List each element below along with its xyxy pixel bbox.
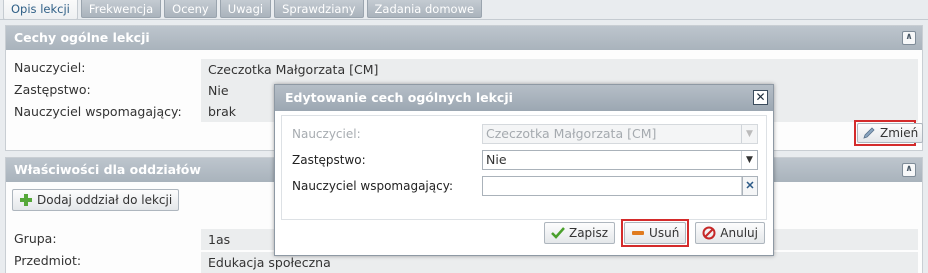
save-button-label: Zapisz	[568, 226, 609, 240]
modal-teacher-value: Czeczotka Małgorzata [CM]	[486, 126, 657, 141]
subject-label: Przedmiot:	[14, 253, 82, 268]
edit-dialog-title: Edytowanie cech ogólnych lekcji	[285, 90, 513, 105]
delete-button-label: Usuń	[649, 226, 680, 240]
tab-oceny[interactable]: Oceny	[164, 0, 217, 18]
double-chevron-up-icon[interactable]: ∧	[902, 163, 916, 177]
save-button[interactable]: Zapisz	[543, 222, 616, 244]
modal-teacher-select: Czeczotka Małgorzata [CM] ▼	[482, 124, 758, 144]
clear-icon[interactable]: ✕	[742, 176, 758, 196]
assistant-teacher-label: Nauczyciel wspomagający:	[14, 104, 182, 119]
tab-opis-lekcji[interactable]: Opis lekcji	[3, 0, 78, 20]
substitution-label: Zastępstwo:	[14, 82, 91, 97]
close-icon[interactable]: ✕	[753, 90, 768, 105]
delete-button[interactable]: Usuń	[624, 222, 687, 244]
modal-substitution-label: Zastępstwo:	[292, 153, 366, 167]
cancel-button-label: Anuluj	[720, 226, 758, 240]
edit-dialog: Edytowanie cech ogólnych lekcji ✕ Nauczy…	[274, 84, 774, 256]
edit-dialog-footer: Zapisz Usuń Anuluj	[543, 219, 765, 247]
minus-icon	[631, 226, 645, 240]
teacher-value: Czeczotka Małgorzata [CM]	[201, 59, 918, 80]
tab-divider	[0, 19, 928, 20]
change-button[interactable]: Zmień	[857, 123, 924, 143]
add-class-button-label: Dodaj oddział do lekcji	[37, 193, 173, 207]
modal-assistant-select[interactable]: ▼	[482, 176, 758, 196]
tab-sprawdziany[interactable]: Sprawdziany	[274, 0, 364, 18]
general-panel-title: Cechy ogólne lekcji	[14, 30, 150, 45]
checkmark-icon	[551, 226, 565, 240]
edit-dialog-body: Nauczyciel: Czeczotka Małgorzata [CM] ▼ …	[281, 115, 767, 220]
general-panel-header: Cechy ogólne lekcji ∧	[6, 26, 922, 50]
plus-icon	[19, 193, 33, 207]
no-entry-icon	[702, 226, 716, 240]
modal-substitution-value: Nie	[486, 152, 507, 167]
double-chevron-up-icon[interactable]: ∧	[902, 31, 916, 45]
pencil-icon	[862, 126, 876, 140]
modal-assistant-label: Nauczyciel wspomagający:	[292, 179, 453, 193]
chevron-down-icon: ▼	[741, 125, 757, 143]
add-class-button[interactable]: Dodaj oddział do lekcji	[12, 189, 180, 211]
teacher-label: Nauczyciel:	[14, 60, 86, 75]
delete-button-highlight: Usuń	[621, 219, 690, 247]
tab-bar: Opis lekcji Frekwencja Oceny Uwagi Spraw…	[3, 0, 485, 20]
chevron-down-icon[interactable]: ▼	[741, 151, 757, 169]
group-label: Grupa:	[14, 231, 57, 246]
tab-uwagi[interactable]: Uwagi	[219, 0, 272, 18]
cancel-button[interactable]: Anuluj	[695, 222, 765, 244]
classes-panel-title: Właściwości dla oddziałów	[14, 162, 201, 177]
tab-frekwencja[interactable]: Frekwencja	[80, 0, 162, 18]
modal-teacher-label: Nauczyciel:	[292, 127, 361, 141]
edit-dialog-title-bar: Edytowanie cech ogólnych lekcji ✕	[275, 85, 773, 111]
tab-zadania-domowe[interactable]: Zadania domowe	[366, 0, 483, 18]
modal-substitution-select[interactable]: Nie ▼	[482, 150, 758, 170]
change-button-label: Zmień	[880, 126, 919, 140]
